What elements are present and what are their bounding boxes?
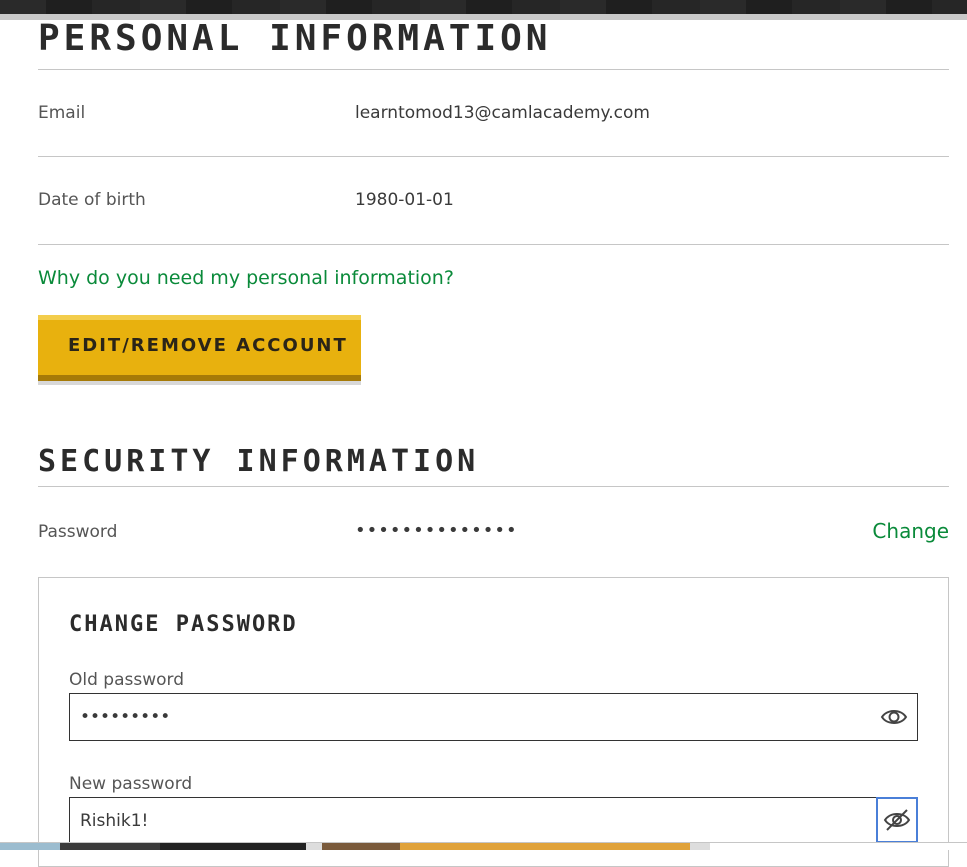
old-password-input[interactable] bbox=[80, 694, 860, 740]
email-value: learntomod13@camlacademy.com bbox=[355, 103, 650, 123]
new-password-input[interactable] bbox=[80, 798, 860, 844]
old-password-label: Old password bbox=[69, 670, 185, 690]
footer-image-strip bbox=[0, 843, 967, 850]
why-personal-info-link[interactable]: Why do you need my personal information? bbox=[38, 267, 454, 289]
dob-value: 1980-01-01 bbox=[355, 190, 454, 210]
personal-information-heading: PERSONAL INFORMATION bbox=[38, 18, 552, 59]
password-label: Password bbox=[38, 522, 118, 542]
old-password-field[interactable] bbox=[69, 693, 918, 741]
edit-remove-account-label: EDIT/REMOVE ACCOUNT bbox=[68, 335, 348, 356]
change-password-heading: CHANGE PASSWORD bbox=[69, 612, 298, 637]
divider bbox=[38, 156, 949, 157]
show-old-password-button[interactable] bbox=[871, 694, 917, 740]
dob-label: Date of birth bbox=[38, 190, 146, 210]
eye-icon bbox=[880, 710, 908, 724]
new-password-field[interactable] bbox=[69, 797, 918, 845]
change-password-link[interactable]: Change bbox=[872, 519, 949, 543]
hide-new-password-button[interactable] bbox=[876, 797, 918, 843]
divider bbox=[38, 486, 949, 487]
divider bbox=[38, 69, 949, 70]
eye-off-icon bbox=[883, 809, 911, 831]
email-label: Email bbox=[38, 103, 86, 123]
password-masked-value: •••••••••••••• bbox=[355, 520, 518, 541]
new-password-label: New password bbox=[69, 774, 193, 794]
edit-remove-account-button[interactable]: EDIT/REMOVE ACCOUNT bbox=[38, 315, 361, 381]
security-information-heading: SECURITY INFORMATION bbox=[38, 444, 480, 479]
divider bbox=[38, 244, 949, 245]
